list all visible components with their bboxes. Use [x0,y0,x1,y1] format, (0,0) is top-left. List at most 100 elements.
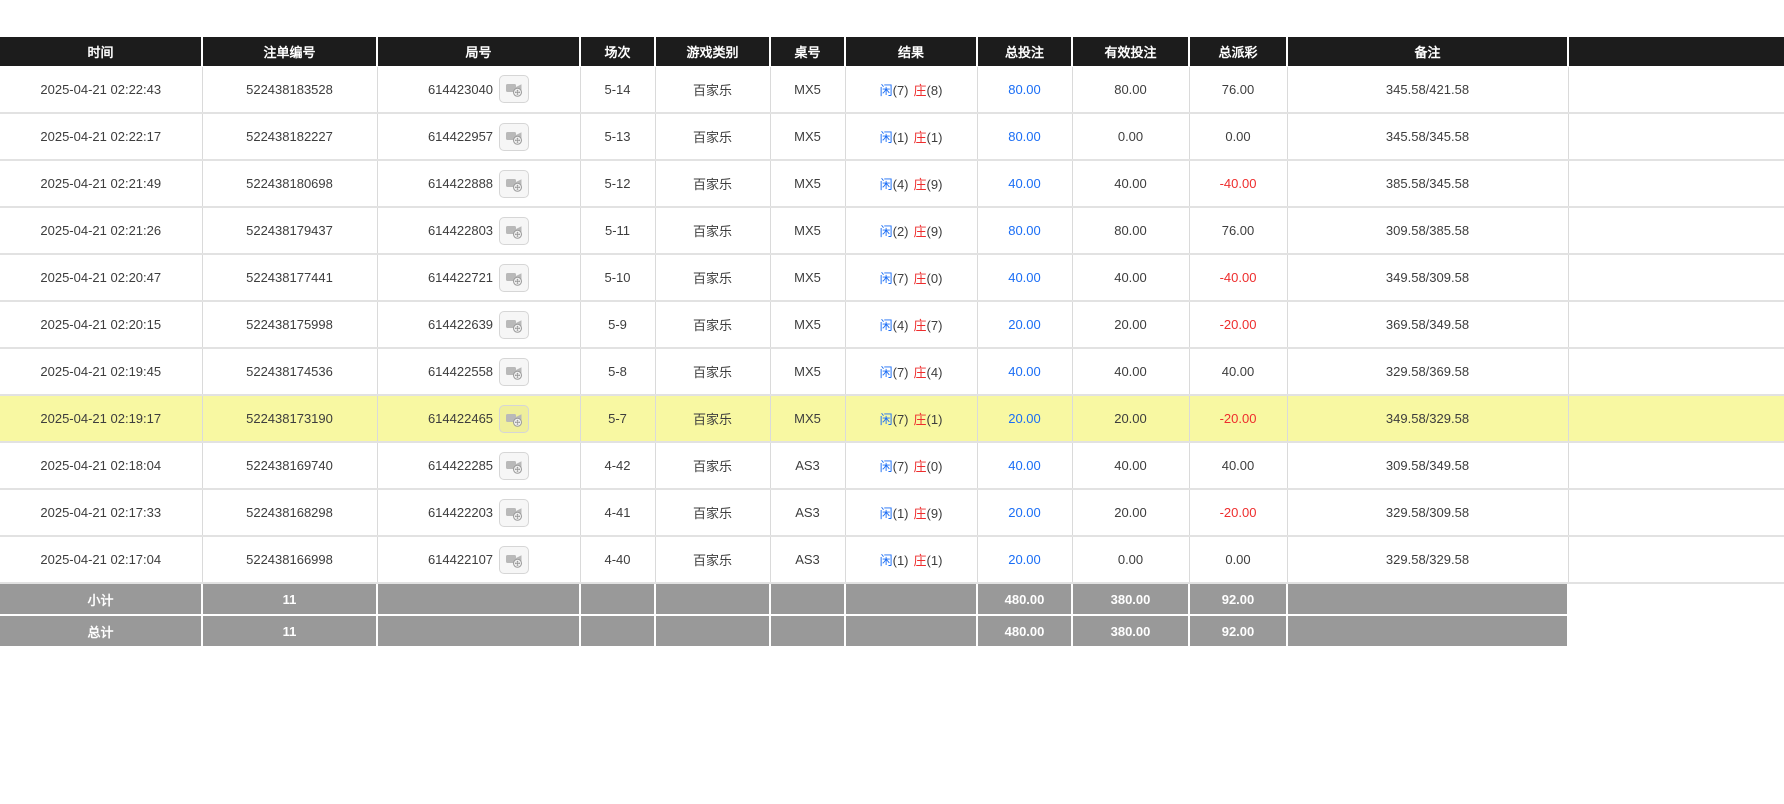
video-replay-button[interactable] [499,357,530,386]
cell-round-number: 614422285 [377,442,581,490]
cell-bet-number: 522438179437 [202,207,378,255]
grand-total-row: 总计 11 480.00 380.00 92.00 [0,615,1784,648]
video-replay-button[interactable] [499,498,530,527]
table-row[interactable]: 2025-04-21 02:17:04 522438166998 614422107… [0,536,1784,584]
cell-session: 5-7 [580,395,656,443]
video-camera-icon [506,84,523,98]
result-banker-label: 庄 [913,506,927,521]
col-header-filler [1568,37,1784,67]
table-row[interactable]: 2025-04-21 02:19:17 522438173190 614422465… [0,395,1784,443]
round-number-wrap: 614422107 [382,545,576,574]
cell-total-payout: 76.00 [1189,207,1288,255]
video-replay-button[interactable] [499,310,530,339]
col-header-result: 结果 [845,37,978,67]
cell-time: 2025-04-21 02:17:04 [0,536,203,584]
cell-total-bet: 20.00 [977,301,1073,349]
table-row[interactable]: 2025-04-21 02:21:26 522438179437 614422803… [0,207,1784,255]
video-camera-icon [506,554,523,568]
video-camera-icon [506,178,523,192]
cell-table-number: MX5 [770,395,846,443]
video-replay-button[interactable] [499,216,530,245]
table-row[interactable]: 2025-04-21 02:22:17 522438182227 614422957… [0,113,1784,161]
result-banker-score: (9) [926,506,943,521]
cell-round-number: 614422803 [377,207,581,255]
summary-filler [1568,615,1784,647]
video-replay-button[interactable] [499,545,530,574]
result-player-label: 闲 [879,412,893,427]
cell-bet-number: 522438182227 [202,113,378,161]
result-player-score: (1) [892,506,909,521]
cell-result: 闲(7) 庄(0) [845,442,978,490]
cell-session: 5-13 [580,113,656,161]
cell-time: 2025-04-21 02:19:17 [0,395,203,443]
result-player-score: (4) [892,177,909,192]
video-replay-button[interactable] [499,263,530,292]
result-player-score: (2) [892,224,909,239]
cell-round-number: 614423040 [377,66,581,114]
round-number-wrap: 614423040 [382,75,576,104]
cell-table-number: MX5 [770,66,846,114]
summary-empty-session [580,615,656,648]
cell-remark: 329.58/329.58 [1287,536,1569,584]
cell-session: 5-11 [580,207,656,255]
result-player-label: 闲 [879,459,893,474]
cell-table-number: MX5 [770,348,846,396]
cell-table-number: AS3 [770,442,846,490]
result-banker-score: (4) [926,365,943,380]
cell-bet-number: 522438168298 [202,489,378,537]
video-replay-button[interactable] [499,404,530,433]
video-replay-button[interactable] [499,451,530,480]
cell-session: 5-10 [580,254,656,302]
cell-filler [1568,254,1784,302]
result-banker-score: (1) [926,412,943,427]
cell-bet-number: 522438177441 [202,254,378,302]
round-number-text: 614422465 [427,411,494,426]
video-replay-button[interactable] [499,122,530,151]
result-player-label: 闲 [879,506,893,521]
cell-round-number: 614422465 [377,395,581,443]
result-banker-label: 庄 [913,459,927,474]
cell-result: 闲(4) 庄(9) [845,160,978,208]
cell-game-type: 百家乐 [655,489,771,537]
cell-table-number: MX5 [770,113,846,161]
cell-filler [1568,301,1784,349]
cell-filler [1568,348,1784,396]
cell-game-type: 百家乐 [655,395,771,443]
cell-time: 2025-04-21 02:19:45 [0,348,203,396]
round-number-wrap: 614422465 [382,404,576,433]
cell-remark: 349.58/309.58 [1287,254,1569,302]
cell-result: 闲(7) 庄(8) [845,66,978,114]
table-row[interactable]: 2025-04-21 02:20:15 522438175998 614422639… [0,301,1784,349]
result-banker-score: (0) [926,271,943,286]
cell-bet-number: 522438169740 [202,442,378,490]
round-number-text: 614422107 [427,552,494,567]
cell-valid-bet: 0.00 [1072,113,1190,161]
video-replay-button[interactable] [499,169,530,198]
video-camera-icon [506,319,523,333]
result-player-label: 闲 [879,177,893,192]
video-camera-icon [506,366,523,380]
cell-total-bet: 20.00 [977,395,1073,443]
cell-total-bet: 40.00 [977,254,1073,302]
table-row[interactable]: 2025-04-21 02:22:43 522438183528 614423040… [0,66,1784,114]
cell-remark: 369.58/349.58 [1287,301,1569,349]
cell-game-type: 百家乐 [655,442,771,490]
table-row[interactable]: 2025-04-21 02:17:33 522438168298 614422203… [0,489,1784,537]
cell-valid-bet: 20.00 [1072,489,1190,537]
table-row[interactable]: 2025-04-21 02:21:49 522438180698 614422888… [0,160,1784,208]
result-banker-score: (1) [926,553,943,568]
result-player-label: 闲 [879,365,893,380]
summary-label: 总计 [0,615,203,648]
table-row[interactable]: 2025-04-21 02:19:45 522438174536 614422558… [0,348,1784,396]
round-number-text: 614422721 [427,270,494,285]
video-replay-button[interactable] [499,75,530,104]
table-row[interactable]: 2025-04-21 02:20:47 522438177441 614422721… [0,254,1784,302]
cell-session: 5-8 [580,348,656,396]
table-row[interactable]: 2025-04-21 02:18:04 522438169740 614422285… [0,442,1784,490]
summary-empty-table-number [770,615,846,648]
result-banker-score: (9) [926,224,943,239]
col-header-round_no: 局号 [377,37,581,67]
cell-total-bet: 40.00 [977,442,1073,490]
cell-game-type: 百家乐 [655,160,771,208]
summary-total-bet: 480.00 [977,583,1073,616]
